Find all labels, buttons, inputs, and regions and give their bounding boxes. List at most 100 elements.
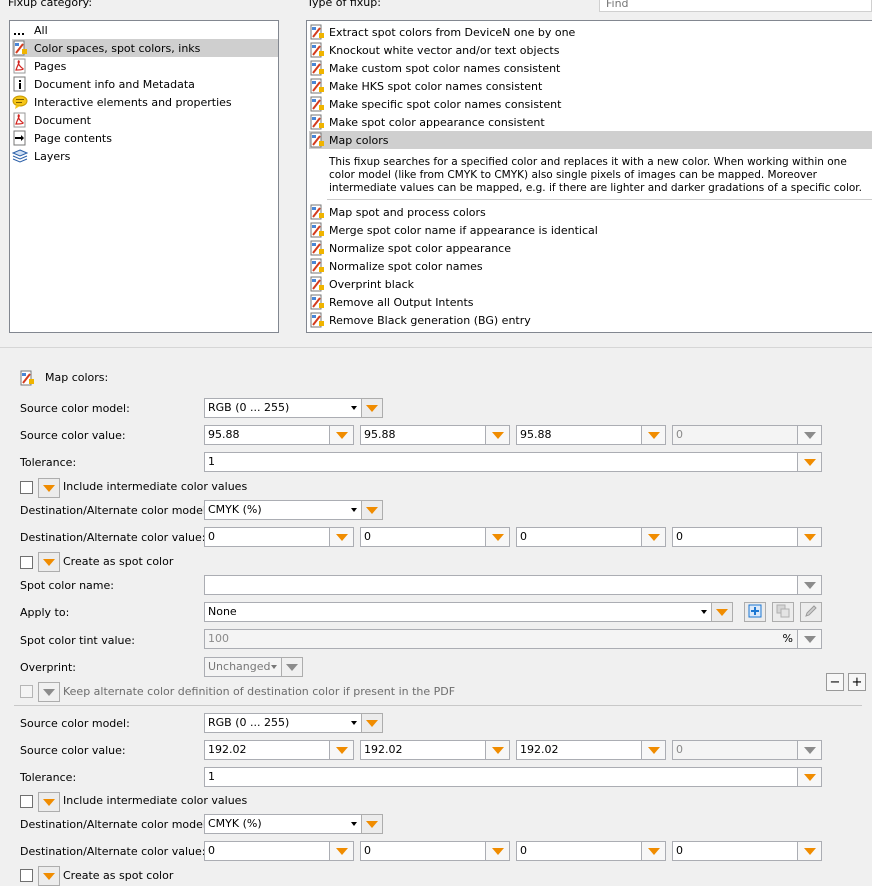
fixup-item[interactable]: Normalize spot color appearance bbox=[309, 239, 511, 257]
category-item-page-contents[interactable]: Page contents bbox=[12, 129, 114, 147]
source-value-2-2[interactable]: 192.02 bbox=[360, 740, 510, 760]
spot-name-field[interactable] bbox=[204, 575, 822, 595]
tolerance-field-2[interactable]: 1 bbox=[204, 767, 822, 787]
tolerance-label: Tolerance: bbox=[20, 456, 77, 469]
pdf-icon bbox=[12, 58, 28, 74]
add-mapping-button[interactable]: + bbox=[848, 673, 866, 691]
tolerance-label-2: Tolerance: bbox=[20, 771, 77, 784]
fixup-icon bbox=[309, 60, 325, 76]
fixup-icon bbox=[309, 312, 325, 328]
category-label: Document info and Metadata bbox=[34, 77, 195, 91]
fixup-type-list[interactable]: Extract spot colors from DeviceN one by … bbox=[306, 20, 872, 333]
source-value-1[interactable]: 95.88 bbox=[204, 425, 354, 445]
source-value-label-2: Source color value: bbox=[20, 744, 126, 757]
plus-icon bbox=[748, 604, 762, 621]
fixup-icon bbox=[309, 276, 325, 292]
color-fixup-icon bbox=[12, 40, 28, 56]
include-intermediate-checkbox-2[interactable] bbox=[20, 795, 33, 808]
overprint-select: Unchanged bbox=[204, 657, 282, 677]
source-model-select[interactable]: RGB (0 ... 255) bbox=[204, 398, 362, 418]
category-item-all[interactable]: All bbox=[12, 21, 50, 39]
dest-model-menu-button[interactable] bbox=[361, 500, 383, 520]
tint-field: 100 % bbox=[204, 629, 822, 649]
remove-mapping-button[interactable]: − bbox=[826, 673, 844, 691]
source-model-label-2: Source color model: bbox=[20, 717, 130, 730]
fixup-item[interactable]: Make specific spot color names consisten… bbox=[309, 95, 561, 113]
category-label: Interactive elements and properties bbox=[34, 95, 232, 109]
fixup-item[interactable]: Knockout white vector and/or text object… bbox=[309, 41, 559, 59]
fixup-item[interactable]: Overprint black bbox=[309, 275, 414, 293]
create-spot-menu-button[interactable] bbox=[38, 552, 60, 572]
source-value-2[interactable]: 95.88 bbox=[360, 425, 510, 445]
category-label: Color spaces, spot colors, inks bbox=[34, 41, 201, 55]
create-spot-checkbox[interactable] bbox=[20, 556, 33, 569]
apply-to-select[interactable]: None bbox=[204, 602, 712, 622]
create-spot-label: Create as spot color bbox=[63, 555, 174, 568]
dest-value-2-1[interactable]: 0 bbox=[204, 841, 354, 861]
fixup-item[interactable]: Merge spot color name if appearance is i… bbox=[309, 221, 598, 239]
fixup-item[interactable]: Extract spot colors from DeviceN one by … bbox=[309, 23, 575, 41]
dest-value-3[interactable]: 0 bbox=[516, 527, 666, 547]
apply-to-label: Apply to: bbox=[20, 606, 70, 619]
source-value-4: 0 bbox=[672, 425, 822, 445]
category-item-pages[interactable]: Pages bbox=[12, 57, 68, 75]
dest-model-select-2[interactable]: CMYK (%) bbox=[204, 814, 362, 834]
type-of-fixup-label: Type of fixup: bbox=[307, 0, 381, 9]
source-model-menu-button-2[interactable] bbox=[361, 713, 383, 733]
category-item-interactive[interactable]: Interactive elements and properties bbox=[12, 93, 234, 111]
dest-value-2[interactable]: 0 bbox=[360, 527, 510, 547]
fixup-item[interactable]: Map spot and process colors bbox=[309, 203, 486, 221]
fixup-category-list[interactable]: All Color spaces, spot colors, inks Page… bbox=[9, 20, 279, 333]
include-intermediate-label: Include intermediate color values bbox=[63, 480, 248, 493]
keep-alternate-menu-button bbox=[38, 682, 60, 702]
fixup-label: Make HKS spot color names consistent bbox=[329, 79, 543, 93]
fixup-item[interactable]: Make custom spot color names consistent bbox=[309, 59, 560, 77]
include-intermediate-menu-button-2[interactable] bbox=[38, 792, 60, 812]
fixup-icon bbox=[309, 294, 325, 310]
dest-model-menu-button-2[interactable] bbox=[361, 814, 383, 834]
source-model-select-2[interactable]: RGB (0 ... 255) bbox=[204, 713, 362, 733]
splitter[interactable] bbox=[0, 347, 872, 348]
dest-value-4[interactable]: 0 bbox=[672, 527, 822, 547]
fixup-icon bbox=[309, 240, 325, 256]
create-spot-checkbox-2[interactable] bbox=[20, 869, 33, 882]
source-value-2-3[interactable]: 192.02 bbox=[516, 740, 666, 760]
fixup-icon bbox=[309, 132, 325, 148]
tint-label: Spot color tint value: bbox=[20, 634, 135, 647]
fixup-item[interactable]: Make spot color appearance consistent bbox=[309, 113, 545, 131]
create-spot-menu-button-2[interactable] bbox=[38, 866, 60, 886]
category-item-color-spaces[interactable]: Color spaces, spot colors, inks bbox=[12, 39, 278, 57]
source-value-2-4: 0 bbox=[672, 740, 822, 760]
apply-to-menu-button[interactable] bbox=[711, 602, 733, 622]
dest-value-2-3[interactable]: 0 bbox=[516, 841, 666, 861]
duplicate-object-button[interactable] bbox=[772, 602, 794, 622]
fixup-icon bbox=[309, 204, 325, 220]
source-model-menu-button[interactable] bbox=[361, 398, 383, 418]
source-value-2-1[interactable]: 192.02 bbox=[204, 740, 354, 760]
edit-object-button[interactable] bbox=[800, 602, 822, 622]
fixup-item[interactable]: Remove all Output Intents bbox=[309, 293, 474, 311]
dest-value-1[interactable]: 0 bbox=[204, 527, 354, 547]
tolerance-field[interactable]: 1 bbox=[204, 452, 822, 472]
find-input[interactable] bbox=[599, 0, 872, 12]
add-object-button[interactable] bbox=[744, 602, 766, 622]
include-intermediate-menu-button[interactable] bbox=[38, 478, 60, 498]
category-item-document[interactable]: Document bbox=[12, 111, 93, 129]
dest-value-2-4[interactable]: 0 bbox=[672, 841, 822, 861]
fixup-item[interactable]: Remove Black generation (BG) entry bbox=[309, 311, 531, 329]
category-item-document-info[interactable]: Document info and Metadata bbox=[12, 75, 197, 93]
page-contents-icon bbox=[12, 130, 28, 146]
fixup-icon bbox=[309, 222, 325, 238]
category-item-layers[interactable]: Layers bbox=[12, 147, 72, 165]
source-value-3[interactable]: 95.88 bbox=[516, 425, 666, 445]
include-intermediate-checkbox[interactable] bbox=[20, 481, 33, 494]
dest-model-select[interactable]: CMYK (%) bbox=[204, 500, 362, 520]
dest-value-2-2[interactable]: 0 bbox=[360, 841, 510, 861]
source-model-label: Source color model: bbox=[20, 402, 130, 415]
layers-icon bbox=[12, 148, 28, 164]
dest-model-label-2: Destination/Alternate color model: bbox=[20, 818, 210, 831]
fixup-item-map-colors[interactable]: Map colors bbox=[309, 131, 872, 149]
fixup-item[interactable]: Make HKS spot color names consistent bbox=[309, 77, 542, 95]
fixup-label: Normalize spot color appearance bbox=[329, 241, 511, 255]
fixup-item[interactable]: Normalize spot color names bbox=[309, 257, 483, 275]
